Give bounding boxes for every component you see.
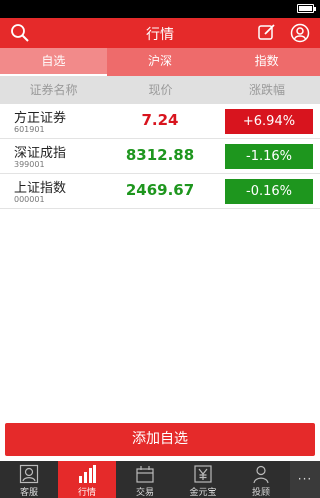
bottom-nav: 客服 行情 交易 金元宝 投顾 ··· [0,461,320,498]
tab-watchlist[interactable]: 自选 [0,48,107,76]
advisor-icon [253,465,269,484]
stock-name: 上证指数 [14,181,67,196]
stock-change-badge[interactable]: +6.94% [225,109,313,134]
nav-market[interactable]: 行情 [58,461,116,498]
stock-code: 399001 [14,160,45,169]
trade-icon [136,466,154,483]
column-price[interactable]: 现价 [107,76,214,104]
more-button[interactable]: ··· [290,461,320,498]
stock-row[interactable]: 深证成指 399001 8312.88 -1.16% [0,139,320,174]
market-tabs: 自选 沪深 指数 [0,48,320,76]
stock-change-badge[interactable]: -0.16% [225,179,313,204]
stock-name: 方正证券 [14,111,67,126]
stock-change-badge[interactable]: -1.16% [225,144,313,169]
stock-price: 7.24 [141,111,179,129]
stock-price: 8312.88 [125,146,195,164]
nav-gold-ingot[interactable]: 金元宝 [174,461,232,498]
customer-service-icon [19,464,39,484]
app-header: 行情 [0,18,320,48]
nav-label: 客服 [19,488,38,498]
column-header: 证券名称 现价 涨跌幅 [0,76,320,104]
stock-code: 000001 [14,195,45,204]
nav-label: 投顾 [251,488,270,498]
nav-label: 行情 [77,488,96,498]
tab-shanghai-shenzhen[interactable]: 沪深 [107,48,214,76]
market-chart-icon [79,465,96,483]
user-icon[interactable] [290,23,310,43]
watchlist: 方正证券 601901 7.24 +6.94% 深证成指 399001 8312… [0,104,320,209]
nav-label: 金元宝 [189,488,217,498]
nav-advisor[interactable]: 投顾 [232,461,290,498]
stock-name: 深证成指 [14,146,67,161]
stock-row[interactable]: 上证指数 000001 2469.67 -0.16% [0,174,320,209]
column-change[interactable]: 涨跌幅 [214,76,320,104]
stock-row[interactable]: 方正证券 601901 7.24 +6.94% [0,104,320,139]
stock-code: 601901 [14,125,45,134]
yuan-icon [194,465,212,483]
nav-label: 交易 [135,488,154,498]
edit-icon[interactable] [256,23,276,43]
add-watchlist-button[interactable]: 添加自选 [5,423,315,456]
tab-index[interactable]: 指数 [213,48,320,76]
nav-customer-service[interactable]: 客服 [0,461,58,498]
nav-trade[interactable]: 交易 [116,461,174,498]
column-name[interactable]: 证券名称 [0,76,107,104]
status-bar [0,0,320,18]
stock-price: 2469.67 [125,181,195,199]
battery-icon [297,4,316,13]
